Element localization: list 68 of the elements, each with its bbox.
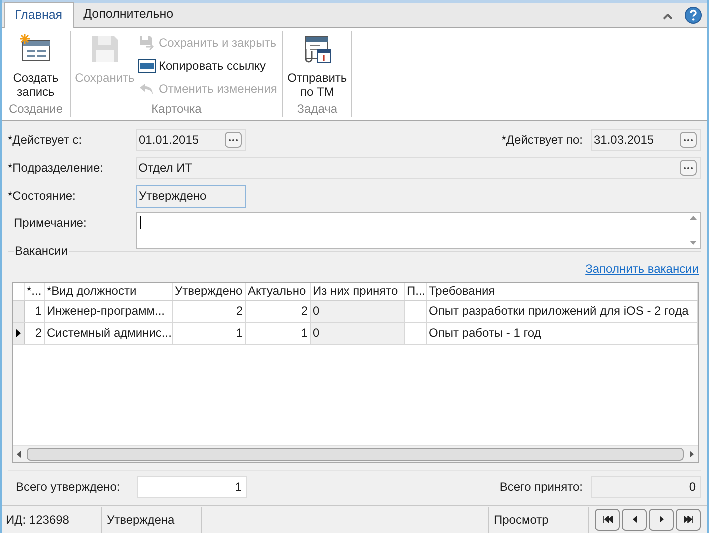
table-cell: Инженер-программ... — [45, 301, 173, 322]
note-field[interactable] — [136, 212, 701, 249]
collapse-icon[interactable] — [663, 14, 673, 20]
column-header[interactable]: *... — [25, 283, 45, 300]
fill-vacancies-link[interactable]: Заполнить вакансии — [586, 260, 699, 278]
prev-record-button[interactable] — [622, 508, 647, 530]
table-cell: 1 — [25, 301, 45, 322]
lookup-field[interactable]: Отдел ИТ — [136, 157, 701, 179]
table-cell: 2 — [25, 323, 45, 344]
ribbon-button[interactable]: Копировать ссылку — [138, 56, 280, 76]
table-cell: 0 — [311, 301, 405, 322]
column-header[interactable]: Актуально — [246, 283, 311, 300]
ellipsis-button[interactable] — [680, 132, 697, 148]
record-status: Утверждена — [102, 506, 202, 532]
ribbon-button[interactable]: Создать запись — [5, 31, 67, 102]
field-label: *Подразделение: — [8, 160, 104, 177]
field-label: *Действует по: — [502, 132, 583, 149]
skip-start-icon — [602, 516, 612, 523]
ribbon-tab[interactable]: Дополнительно — [74, 2, 184, 27]
ellipsis-icon — [684, 138, 693, 142]
view-mode: Просмотр — [488, 506, 589, 532]
column-header[interactable]: Утверждено — [173, 283, 246, 300]
column-header[interactable]: Из них принято — [311, 283, 405, 300]
abc-field-icon — [138, 59, 156, 73]
table-cell: Опыт разработки приложений для iOS - 2 года — [427, 301, 698, 322]
ellipsis-icon — [684, 166, 693, 170]
group-label: Задача — [296, 102, 339, 117]
floppy-arrow-icon — [139, 35, 155, 51]
horizontal-scrollbar[interactable] — [13, 445, 698, 462]
help-icon[interactable] — [685, 7, 702, 24]
first-record-button[interactable] — [595, 508, 620, 530]
ribbon-tab[interactable]: Главная — [4, 2, 74, 28]
table-cell: Опыт работы - 1 год — [427, 323, 698, 344]
section-title: Вакансии — [14, 244, 69, 258]
group-label: Карточка — [150, 102, 203, 117]
next-record-button[interactable] — [649, 508, 674, 530]
ellipsis-button[interactable] — [680, 160, 697, 176]
scroll-up-icon[interactable] — [690, 216, 696, 220]
ellipsis-button[interactable] — [225, 132, 242, 148]
undo-arrow-icon — [139, 82, 155, 96]
scroll-left-icon[interactable] — [17, 450, 21, 458]
table-cell: 1 — [173, 323, 246, 344]
record-id: ИД: 123698 — [2, 506, 102, 532]
table-cell: 0 — [311, 323, 405, 344]
field-label: *Действует с: — [8, 132, 84, 149]
scroll-right-icon[interactable] — [690, 450, 694, 458]
field-label: Примечание: — [13, 215, 88, 232]
row-pointer-icon — [16, 329, 21, 338]
table-cell: 2 — [173, 301, 246, 322]
total-label: Всего утверждено: — [16, 479, 122, 496]
lookup-field[interactable]: 01.01.2015 — [136, 129, 246, 151]
lookup-field[interactable]: 31.03.2015 — [591, 129, 701, 151]
ribbon-button[interactable]: Отправить по ТМ — [286, 31, 348, 102]
total-field: 0 — [591, 476, 701, 498]
total-field: 1 — [137, 476, 247, 498]
scroll-down-icon[interactable] — [690, 241, 696, 245]
field-label: *Состояние: — [8, 188, 77, 205]
total-label: Всего принято: — [500, 479, 583, 496]
state-field[interactable]: Утверждено — [136, 184, 246, 208]
current-row-marker[interactable] — [13, 323, 25, 344]
column-header[interactable]: Требования — [427, 283, 698, 300]
group-label: Создание — [8, 102, 64, 117]
ellipsis-icon — [229, 138, 238, 142]
column-header[interactable]: П... — [405, 283, 427, 300]
last-record-button[interactable] — [676, 508, 701, 530]
skip-end-icon — [684, 516, 694, 523]
column-header[interactable]: *Вид должности — [45, 283, 173, 300]
table-cell: Системный админис... — [45, 323, 173, 344]
